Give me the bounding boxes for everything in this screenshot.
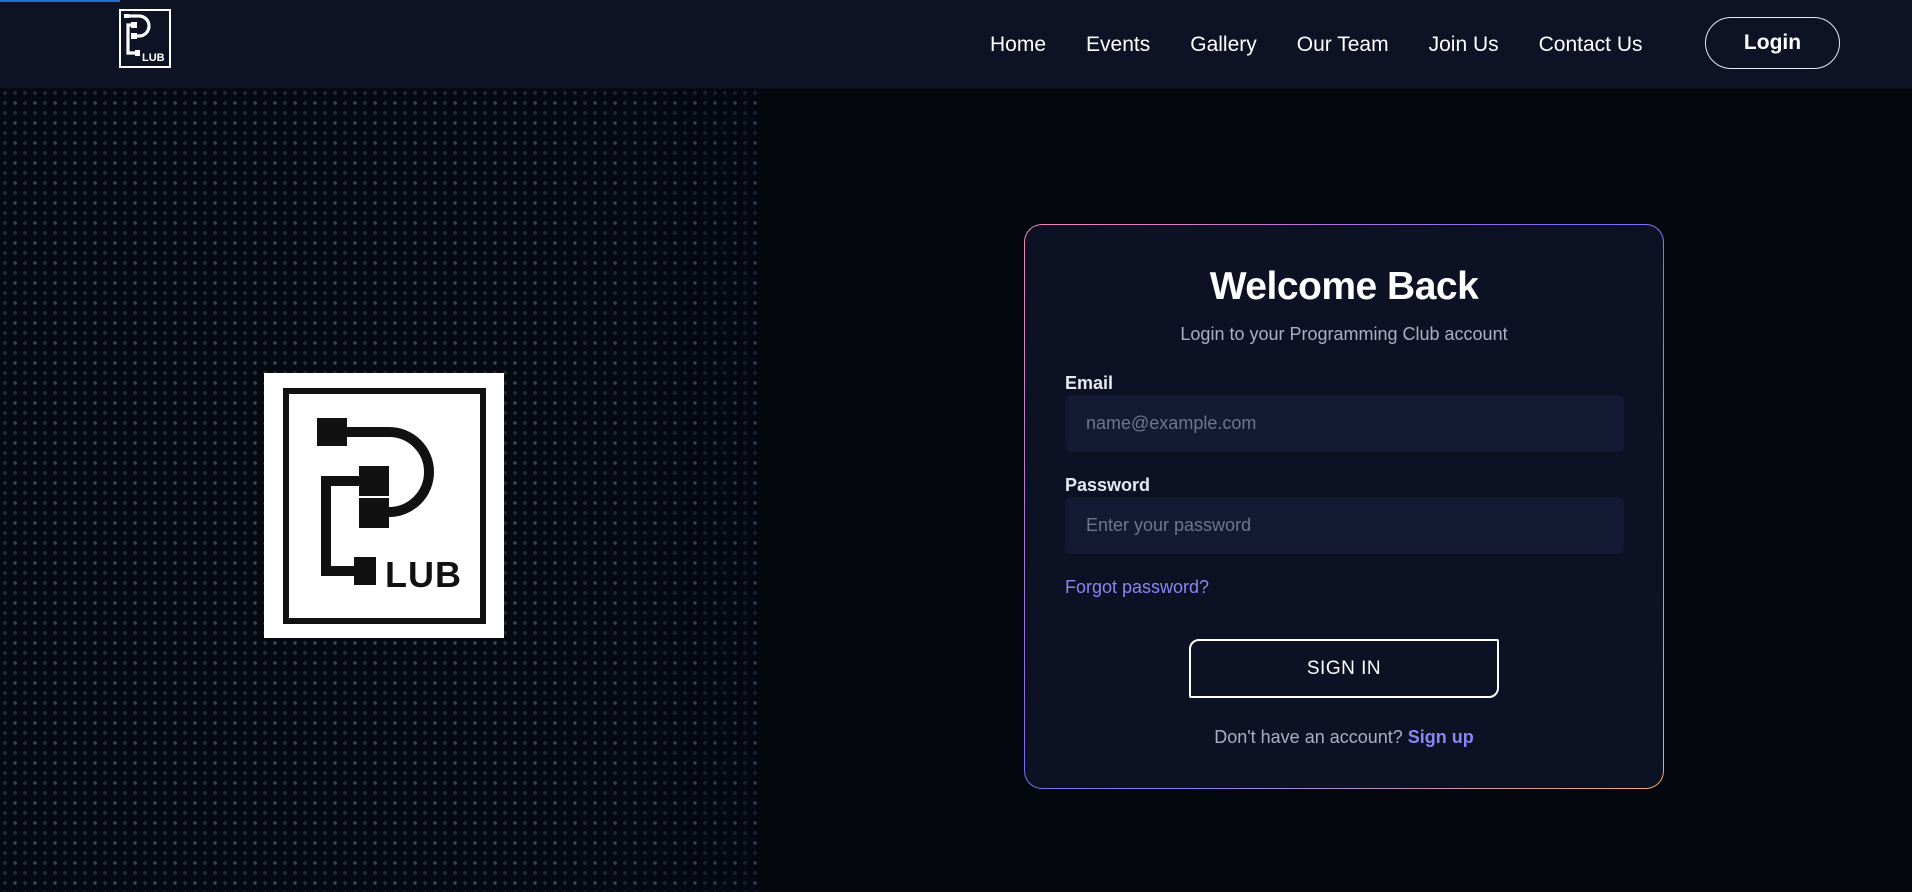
nav-link-events[interactable]: Events — [1086, 34, 1150, 55]
top-navbar: LUB Home Events Gallery Our Team Join Us… — [0, 0, 1912, 88]
nav-link-contact-us[interactable]: Contact Us — [1539, 34, 1643, 55]
signup-row: Don't have an account? Sign up — [1025, 727, 1663, 748]
page-progress-bar — [0, 0, 120, 2]
svg-text:LUB: LUB — [142, 52, 165, 64]
email-label: Email — [1065, 373, 1114, 393]
nav-link-our-team[interactable]: Our Team — [1297, 34, 1389, 55]
club-logo-icon[interactable]: LUB — [119, 9, 171, 68]
password-label: Password — [1065, 475, 1151, 495]
email-field[interactable] — [1065, 395, 1624, 452]
login-card-border: Welcome Back Login to your Programming C… — [1024, 224, 1664, 789]
password-field[interactable] — [1065, 497, 1624, 554]
nav-link-home[interactable]: Home — [990, 34, 1046, 55]
hero-club-logo: LUB — [264, 373, 504, 638]
sign-up-link[interactable]: Sign up — [1408, 727, 1474, 747]
nav-link-gallery[interactable]: Gallery — [1190, 34, 1257, 55]
sign-in-button[interactable]: SIGN IN — [1189, 639, 1499, 698]
card-title: Welcome Back — [1209, 265, 1479, 308]
pc-club-logo-icon: LUB — [264, 373, 504, 638]
nav-login-button[interactable]: Login — [1705, 17, 1840, 69]
svg-text:LUB: LUB — [385, 554, 462, 595]
login-card: Welcome Back Login to your Programming C… — [1025, 225, 1663, 788]
forgot-password-link[interactable]: Forgot password? — [1065, 577, 1209, 598]
signup-prompt: Don't have an account? — [1214, 727, 1403, 747]
main-nav: Home Events Gallery Our Team Join Us Con… — [990, 0, 1643, 88]
card-subtitle: Login to your Programming Club account — [1180, 324, 1508, 344]
nav-link-join-us[interactable]: Join Us — [1429, 34, 1499, 55]
